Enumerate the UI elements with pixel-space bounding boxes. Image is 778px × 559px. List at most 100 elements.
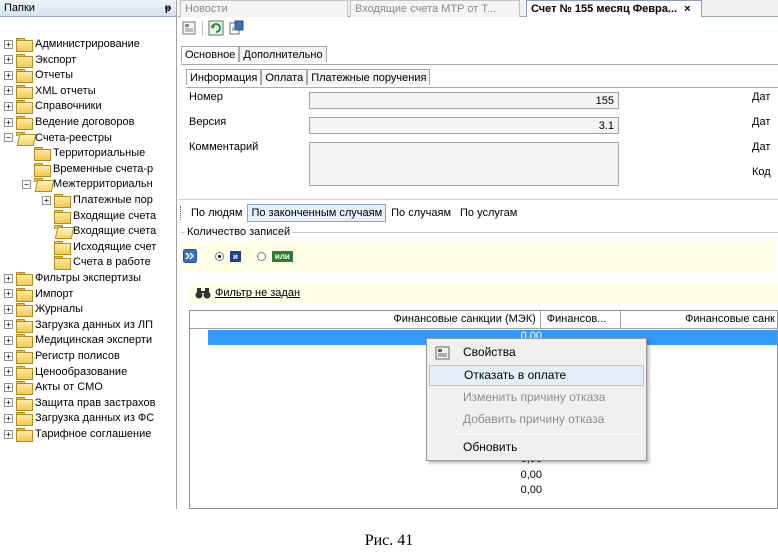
tab-news[interactable]: Новости bbox=[180, 0, 348, 17]
menu-item-refresh[interactable]: Обновить bbox=[429, 437, 644, 458]
expand-icon[interactable]: + bbox=[42, 195, 51, 205]
number-field[interactable]: 155 bbox=[309, 92, 619, 109]
expand-icon[interactable]: + bbox=[4, 429, 13, 439]
tree-item[interactable]: + Справочники bbox=[4, 98, 102, 115]
tree-item-label: Платежные пор bbox=[73, 194, 153, 206]
tab-basic[interactable]: Основное bbox=[181, 46, 240, 62]
column-header-mek[interactable]: Финансовые санкции (МЭК) bbox=[190, 311, 541, 329]
tab-extra[interactable]: Дополнительно bbox=[239, 46, 327, 62]
tree-item[interactable]: + Ценообразование bbox=[4, 364, 127, 380]
expand-icon[interactable]: + bbox=[4, 55, 13, 65]
expand-icon[interactable]: + bbox=[4, 351, 13, 361]
tab-incoming-bills[interactable]: Входящие счета МТР от Т... bbox=[350, 0, 520, 17]
folder-icon bbox=[54, 240, 71, 255]
filter-link[interactable]: Фильтр не задан bbox=[215, 287, 300, 299]
and-badge: и bbox=[230, 250, 241, 262]
tree-item[interactable]: + Медицинская эксперти bbox=[4, 332, 152, 349]
expand-icon[interactable]: + bbox=[4, 320, 13, 330]
tab-payment-orders[interactable]: Платежные поручения bbox=[307, 69, 431, 85]
date-label-1: Дат bbox=[752, 91, 771, 103]
collapse-icon[interactable]: − bbox=[22, 179, 31, 189]
tree-item-label: Счета-реестры bbox=[35, 131, 112, 144]
tree-item[interactable]: + Регистр полисов bbox=[4, 348, 120, 364]
tree-item-label: Ценообразование bbox=[35, 365, 128, 378]
document-toolbar bbox=[178, 17, 778, 39]
tree-item[interactable]: − Счета-реестры bbox=[4, 130, 112, 146]
tree-item[interactable]: + Журналы bbox=[4, 301, 83, 318]
tree-item[interactable]: + Фильтры экспертизы bbox=[4, 270, 141, 286]
tree-item[interactable]: Территориальные bbox=[22, 145, 146, 162]
folder-icon bbox=[16, 84, 33, 99]
main-tabs: Основное Дополнительно bbox=[181, 46, 327, 62]
tree-item[interactable]: Исходящие счет bbox=[42, 239, 156, 255]
tree-item[interactable]: + Импорт bbox=[4, 286, 73, 302]
date-label-3: Дат bbox=[752, 141, 771, 153]
tree-item[interactable]: + Ведение договоров bbox=[4, 114, 134, 130]
tree-item[interactable]: + XML отчеты bbox=[4, 83, 96, 99]
table-row[interactable]: 0,00 bbox=[190, 484, 777, 499]
version-field[interactable]: 3.1 bbox=[309, 117, 619, 134]
expand-icon[interactable]: + bbox=[4, 273, 13, 283]
tree-item[interactable]: + Загрузка данных из ЛП bbox=[4, 317, 153, 333]
and-radio[interactable] bbox=[215, 251, 224, 261]
folder-icon bbox=[34, 162, 51, 177]
tree-item[interactable]: − Межтерриториальн bbox=[22, 176, 153, 192]
date-label-2: Дат bbox=[752, 116, 771, 128]
export-button[interactable] bbox=[227, 19, 245, 37]
table-row[interactable]: 0,00 bbox=[190, 469, 777, 484]
expand-icon[interactable]: + bbox=[4, 382, 13, 392]
folder-icon bbox=[16, 428, 33, 442]
expand-icon[interactable]: + bbox=[4, 413, 13, 423]
expand-icon[interactable]: + bbox=[4, 101, 13, 111]
tree-item-label: Входящие счета bbox=[73, 225, 157, 238]
expand-icon[interactable]: + bbox=[4, 304, 13, 314]
tab-by-people[interactable]: По людям bbox=[187, 204, 246, 222]
version-label: Версия bbox=[189, 116, 227, 128]
tree-item[interactable]: Счета в работе bbox=[42, 254, 151, 271]
tab-bill-155[interactable]: Счет № 155 месяц Февра... × bbox=[526, 0, 702, 17]
tree-item[interactable]: + Тарифное соглашение bbox=[4, 426, 151, 442]
tab-info[interactable]: Информация bbox=[186, 69, 262, 85]
folder-icon bbox=[16, 287, 33, 302]
section-separator bbox=[178, 199, 778, 200]
tree-item[interactable]: + Загрузка данных из ФС bbox=[4, 410, 154, 427]
tab-by-services[interactable]: По услугам bbox=[456, 204, 521, 222]
expand-icon[interactable]: + bbox=[4, 367, 13, 377]
run-filter-icon[interactable] bbox=[183, 249, 197, 263]
tree-item[interactable]: + Отчеты bbox=[4, 67, 73, 84]
collapse-icon[interactable]: − bbox=[4, 133, 13, 143]
tree-item[interactable]: Входящие счета bbox=[42, 223, 156, 239]
tree-item-label: Территориальные bbox=[53, 147, 146, 160]
tree-item[interactable]: Входящие счета bbox=[42, 208, 156, 224]
folder-icon bbox=[16, 53, 33, 68]
expand-icon[interactable]: + bbox=[4, 70, 13, 80]
tree-item[interactable]: + Администрирование bbox=[4, 36, 140, 52]
comment-field[interactable] bbox=[309, 142, 619, 186]
tree-item[interactable]: + Экспорт bbox=[4, 52, 76, 68]
tree-item[interactable]: + Акты от СМО bbox=[4, 379, 103, 396]
expand-icon[interactable]: + bbox=[4, 86, 13, 96]
properties-button[interactable] bbox=[180, 19, 198, 37]
menu-item-properties[interactable]: Свойства bbox=[429, 342, 644, 363]
tab-payment[interactable]: Оплата bbox=[261, 69, 308, 85]
tab-by-cases[interactable]: По случаям bbox=[387, 204, 455, 222]
folders-panel-header: Папки ᵽ bbox=[0, 0, 176, 17]
tree-item[interactable]: + Защита прав застрахов bbox=[4, 395, 155, 411]
column-header-finance[interactable]: Финансов... bbox=[541, 311, 621, 329]
refresh-button[interactable] bbox=[207, 19, 225, 37]
menu-item-refuse-payment[interactable]: Отказать в оплате bbox=[429, 365, 644, 386]
expand-icon[interactable]: + bbox=[4, 117, 13, 127]
expand-icon[interactable]: + bbox=[4, 398, 13, 408]
expand-icon[interactable]: + bbox=[4, 39, 13, 49]
or-radio[interactable] bbox=[256, 251, 266, 261]
toolbar-separator bbox=[202, 20, 203, 36]
pin-icon[interactable]: ᵽ bbox=[165, 3, 171, 14]
close-tab-icon[interactable]: × bbox=[684, 3, 690, 15]
column-header-finance-sanctions[interactable]: Финансовые санк bbox=[621, 311, 777, 329]
expand-icon[interactable]: + bbox=[4, 289, 13, 299]
tree-item[interactable]: Временные счета-р bbox=[22, 161, 153, 177]
folders-panel-title: Папки bbox=[4, 2, 35, 14]
tree-item[interactable]: + Платежные пор bbox=[42, 192, 153, 208]
expand-icon[interactable]: + bbox=[4, 335, 13, 345]
tab-by-finished-cases[interactable]: По законченным случаям bbox=[247, 204, 387, 222]
